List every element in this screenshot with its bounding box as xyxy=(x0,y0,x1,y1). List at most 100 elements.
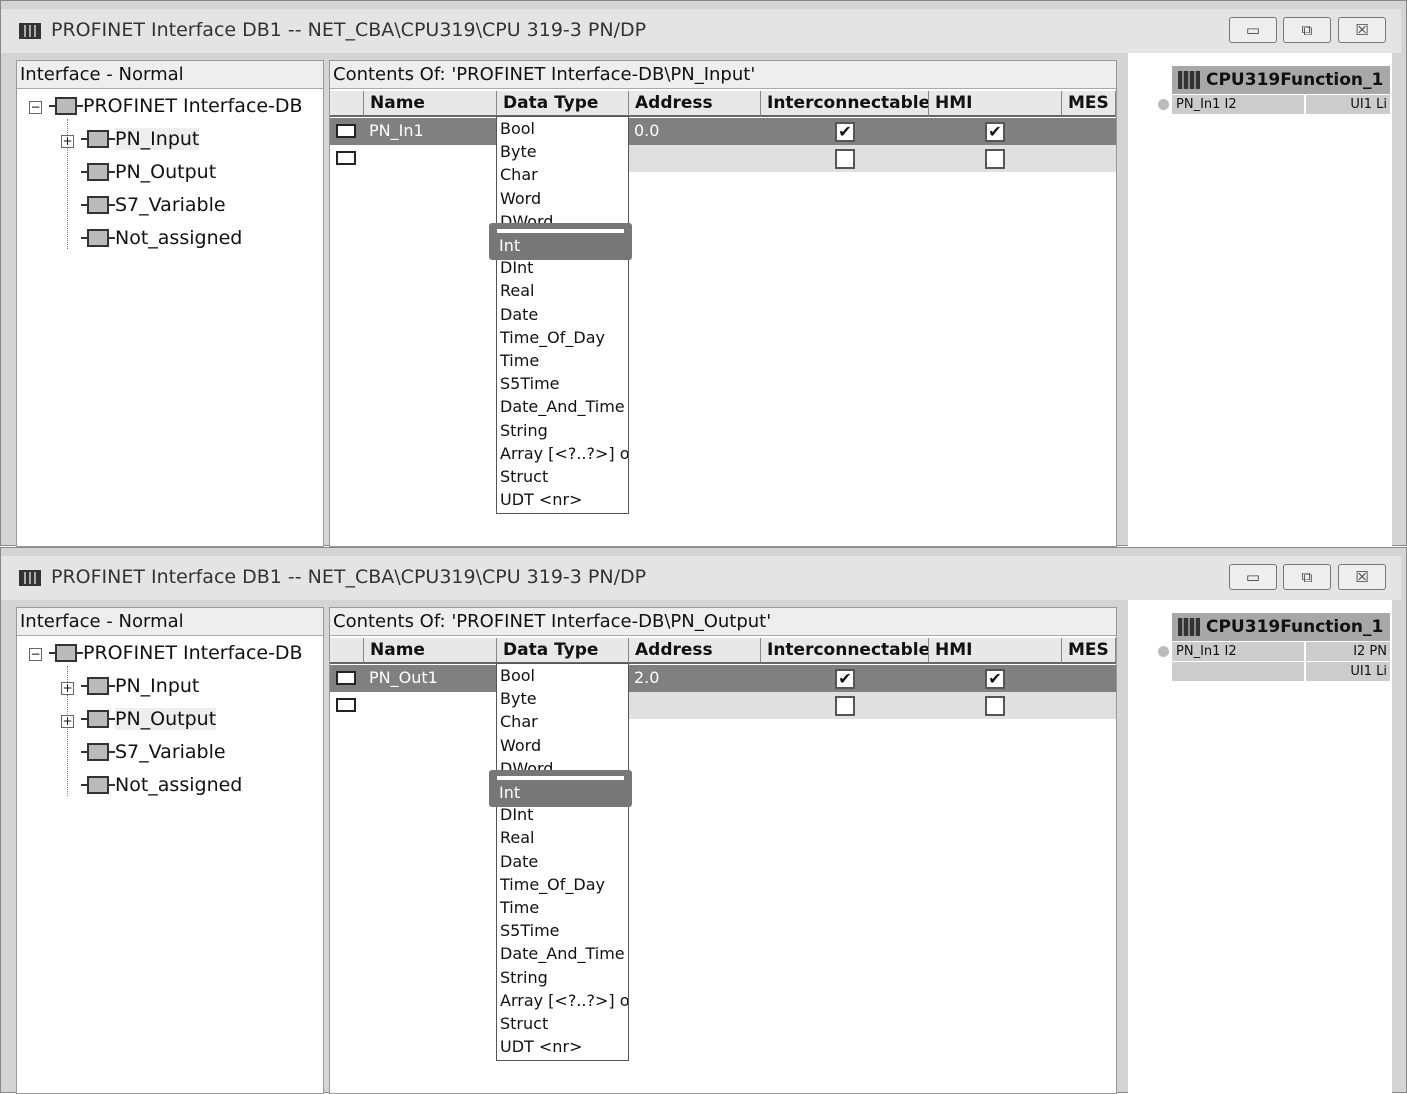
dropdown-option[interactable]: Date_And_Time xyxy=(500,944,625,963)
expand-icon[interactable]: + xyxy=(61,135,74,148)
table-row[interactable]: PN_Out1 Int ▼ 2.0 ✔ ✔ xyxy=(330,665,1116,692)
data-type-dropdown-list[interactable]: Bool Byte Char Word DWord DInt Real Date Time_Of… xyxy=(496,116,629,514)
dropdown-option[interactable]: String xyxy=(500,421,548,440)
tree-item[interactable]: S7_Variable xyxy=(81,194,226,216)
contents-header: Contents Of: 'PROFINET Interface-DB\PN_O… xyxy=(330,608,1116,636)
dropdown-option[interactable]: S5Time xyxy=(500,921,560,940)
dropdown-option[interactable]: Bool xyxy=(500,666,535,685)
expand-icon[interactable]: + xyxy=(61,682,74,695)
tree-item[interactable]: PN_Input xyxy=(81,675,200,697)
connection-input: PN_In1 I2 xyxy=(1176,97,1237,112)
interconnectable-checkbox-empty[interactable] xyxy=(835,696,855,716)
dropdown-option[interactable]: Time xyxy=(500,351,539,370)
function-block-connection-row[interactable]: UI1 Li xyxy=(1172,661,1390,681)
dropdown-option[interactable]: Char xyxy=(500,712,538,731)
dropdown-option[interactable]: Date_And_Time xyxy=(500,397,625,416)
column-header-interconnectable[interactable]: Interconnectable xyxy=(761,638,929,664)
dropdown-option[interactable]: Byte xyxy=(500,142,537,161)
minimize-button[interactable]: ▭ xyxy=(1229,17,1277,43)
table-row-empty[interactable] xyxy=(330,692,1116,719)
interconnectable-checkbox[interactable]: ✔ xyxy=(835,122,855,142)
dropdown-option[interactable]: String xyxy=(500,968,548,987)
hmi-checkbox[interactable]: ✔ xyxy=(985,669,1005,689)
tree-item[interactable]: S7_Variable xyxy=(81,741,226,763)
close-button[interactable]: ☒ xyxy=(1338,17,1386,43)
column-header-name[interactable]: Name xyxy=(364,91,497,117)
column-header-mes[interactable]: MES xyxy=(1062,91,1116,117)
minimize-button[interactable]: ▭ xyxy=(1229,564,1277,590)
column-header-address[interactable]: Address xyxy=(629,638,761,664)
dropdown-option[interactable]: Time_Of_Day xyxy=(500,875,605,894)
app-icon xyxy=(19,23,41,39)
title-bar[interactable]: PROFINET Interface DB1 -- NET_CBA\CPU319… xyxy=(1,9,1401,53)
dropdown-option[interactable]: Bool xyxy=(500,119,535,138)
dropdown-option[interactable]: Word xyxy=(500,189,541,208)
column-header-name[interactable]: Name xyxy=(364,638,497,664)
hmi-checkbox-empty[interactable] xyxy=(985,149,1005,169)
dropdown-selected-option[interactable]: Int xyxy=(489,223,632,260)
dropdown-selected-option[interactable]: Int xyxy=(489,770,632,807)
restore-button[interactable]: ⧉ xyxy=(1283,17,1331,43)
dropdown-option[interactable]: Struct xyxy=(500,1014,548,1033)
restore-button[interactable]: ⧉ xyxy=(1283,564,1331,590)
column-header-data-type[interactable]: Data Type xyxy=(497,638,629,664)
name-cell[interactable]: PN_In1 xyxy=(364,118,497,143)
dropdown-option[interactable]: UDT <nr> xyxy=(500,1037,582,1056)
connector-pin-icon[interactable] xyxy=(1158,99,1169,110)
column-header-address[interactable]: Address xyxy=(629,91,761,117)
column-header-data-type[interactable]: Data Type xyxy=(497,91,629,117)
tree-item[interactable]: PN_Output xyxy=(81,708,217,730)
dropdown-option[interactable]: Time xyxy=(500,898,539,917)
dropdown-option[interactable]: Real xyxy=(500,281,535,300)
tree-item[interactable]: Not_assigned xyxy=(81,774,243,796)
function-block-connection-row[interactable]: PN_In1 I2 I2 PN xyxy=(1158,641,1390,661)
tree-item-label: PN_Input xyxy=(115,675,200,697)
dropdown-option[interactable]: Byte xyxy=(500,689,537,708)
column-header-mes[interactable]: MES xyxy=(1062,638,1116,664)
dropdown-option[interactable]: DInt xyxy=(500,258,533,277)
function-block-connection-row[interactable]: PN_In1 I2 UI1 Li xyxy=(1158,94,1390,114)
expand-icon[interactable]: + xyxy=(61,715,74,728)
title-bar[interactable]: PROFINET Interface DB1 -- NET_CBA\CPU319… xyxy=(1,556,1401,600)
dropdown-option[interactable]: Char xyxy=(500,165,538,184)
dropdown-option[interactable]: Real xyxy=(500,828,535,847)
tree-item[interactable]: PN_Input xyxy=(81,128,200,150)
dropdown-option[interactable]: Date xyxy=(500,852,538,871)
column-header-interconnectable[interactable]: Interconnectable xyxy=(761,91,929,117)
address-cell[interactable]: 0.0 xyxy=(629,118,664,143)
dropdown-option[interactable]: Array [<?..?>] o xyxy=(500,991,628,1010)
collapse-root-icon[interactable]: − xyxy=(29,101,42,114)
table-row[interactable]: PN_In1 Int ▼ 0.0 ✔ ✔ xyxy=(330,118,1116,145)
dropdown-option[interactable]: Date xyxy=(500,305,538,324)
address-cell[interactable]: 2.0 xyxy=(629,665,664,690)
hmi-checkbox[interactable]: ✔ xyxy=(985,122,1005,142)
name-cell[interactable]: PN_Out1 xyxy=(364,665,497,690)
interface-tree-pane: Interface - Normal − PROFINET Interface-… xyxy=(16,607,324,1094)
connector-pin-icon[interactable] xyxy=(1158,646,1169,657)
function-block[interactable]: CPU319Function_1 PN_In1 I2 UI1 Li xyxy=(1158,66,1390,114)
tree-item[interactable]: Not_assigned xyxy=(81,227,242,249)
data-type-dropdown-list[interactable]: Bool Byte Char Word DWord DInt Real Date Time_Of… xyxy=(496,663,629,1061)
dropdown-option[interactable]: DInt xyxy=(500,805,533,824)
dropdown-option[interactable]: Array [<?..?>] o xyxy=(500,444,628,463)
interconnectable-checkbox[interactable]: ✔ xyxy=(835,669,855,689)
contents-pane: Contents Of: 'PROFINET Interface-DB\PN_I… xyxy=(329,60,1117,547)
dropdown-option[interactable]: Struct xyxy=(500,467,548,486)
collapse-root-icon[interactable]: − xyxy=(29,648,42,661)
hmi-checkbox-empty[interactable] xyxy=(985,696,1005,716)
dropdown-option[interactable]: Word xyxy=(500,736,541,755)
tree-item[interactable]: PN_Output xyxy=(81,161,216,183)
dropdown-option[interactable]: Time_Of_Day xyxy=(500,328,605,347)
tree-item-label: Not_assigned xyxy=(115,774,243,796)
tree-root[interactable]: PROFINET Interface-DB xyxy=(49,642,303,664)
interconnectable-checkbox-empty[interactable] xyxy=(835,149,855,169)
function-block[interactable]: CPU319Function_1 PN_In1 I2 I2 PN UI1 Li xyxy=(1158,613,1390,681)
column-header-hmi[interactable]: HMI xyxy=(929,91,1062,117)
dropdown-option[interactable]: S5Time xyxy=(500,374,560,393)
dropdown-option[interactable]: UDT <nr> xyxy=(500,490,582,509)
tree-root[interactable]: PROFINET Interface-DB xyxy=(49,95,303,117)
window-title: PROFINET Interface DB1 -- NET_CBA\CPU319… xyxy=(51,566,647,588)
column-header-hmi[interactable]: HMI xyxy=(929,638,1062,664)
close-button[interactable]: ☒ xyxy=(1338,564,1386,590)
table-row-empty[interactable] xyxy=(330,145,1116,172)
